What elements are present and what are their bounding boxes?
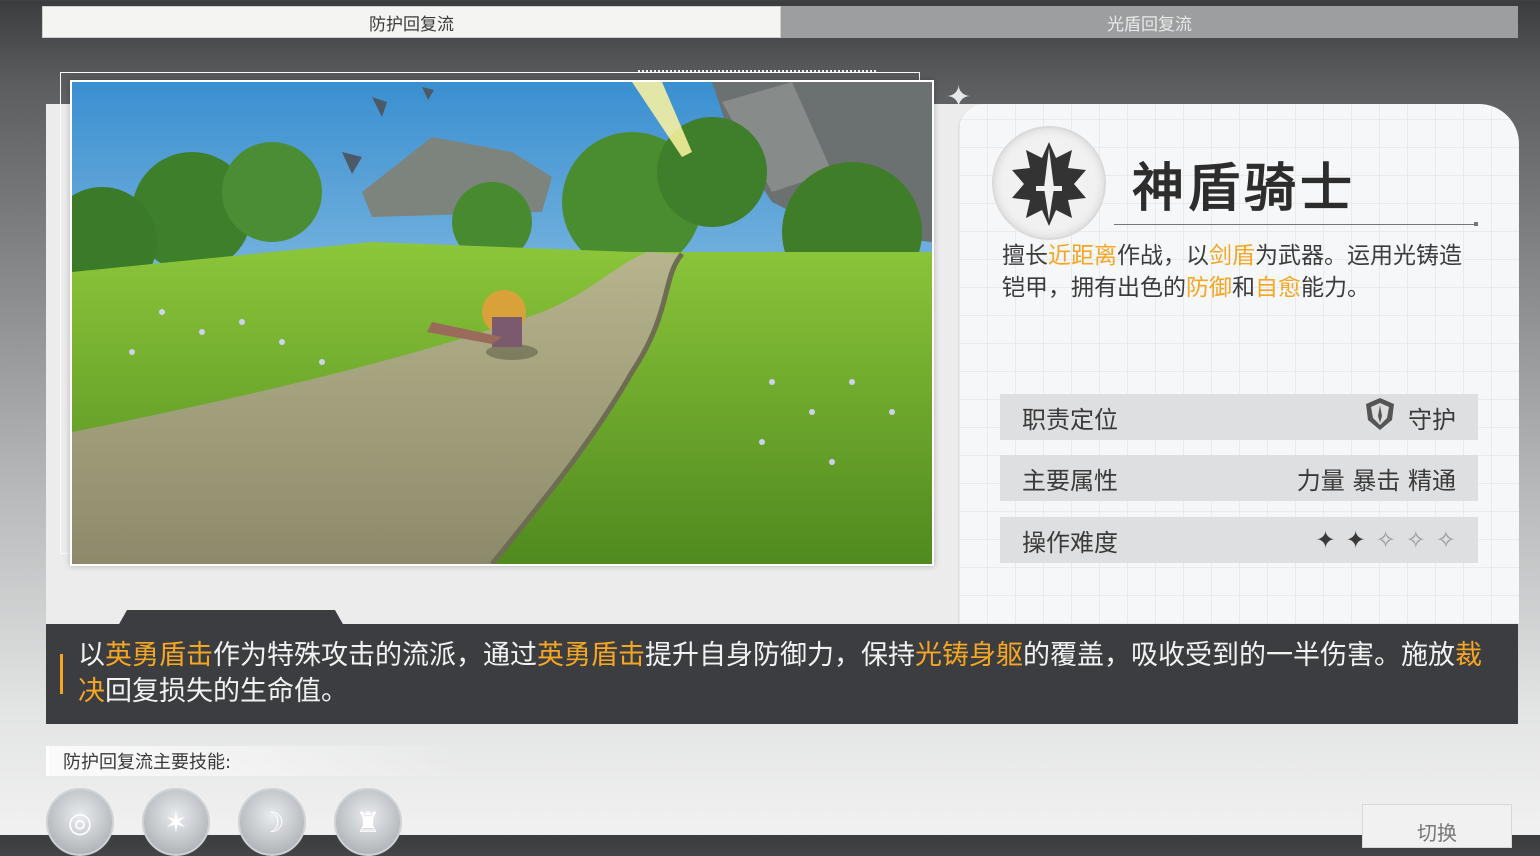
text-segment: 的覆盖，吸收受到的一半伤害。施放 [1023, 640, 1455, 671]
main-stat-label: 主要属性 [1022, 466, 1118, 495]
skill-swirl-icon[interactable]: ◎ [46, 788, 114, 856]
class-name: 神盾骑士 [1132, 159, 1357, 219]
accent-bar [60, 654, 63, 694]
text-segment: 以 [78, 640, 105, 671]
star-empty-icon: ✧ [1405, 526, 1426, 554]
skills-label: 防护回复流主要技能: [46, 746, 466, 776]
build-tabs: 防护回复流 光盾回复流 [42, 6, 1518, 38]
highlight-term: 近距离 [1048, 243, 1117, 269]
tab-defense-recovery[interactable]: 防护回复流 [42, 6, 781, 38]
gameplay-preview-image [70, 80, 934, 566]
build-description-bar: 以英勇盾击作为特殊攻击的流派，通过英勇盾击提升自身防御力，保持光铸身躯的覆盖，吸… [46, 624, 1518, 724]
guardian-icon [1362, 396, 1398, 438]
attr-row-role: 职责定位 守护 [1000, 394, 1478, 440]
highlight-term: 剑盾 [1209, 243, 1255, 269]
star-empty-icon: ✧ [1375, 526, 1396, 554]
shield-sword-emblem-icon [992, 126, 1106, 240]
highlight-term: 防御 [1186, 275, 1232, 301]
difficulty-label: 操作难度 [1022, 528, 1118, 557]
class-description: 擅长近距离作战，以剑盾为武器。运用光铸造铠甲，拥有出色的防御和自愈能力。 [1002, 240, 1482, 304]
skill-slash-icon[interactable]: ☽ [238, 788, 306, 856]
highlight-term: 英勇盾击 [537, 640, 645, 671]
attr-row-main-stat: 主要属性 力量 暴击 精通 [1000, 455, 1478, 501]
text-segment: 和 [1232, 275, 1255, 301]
skill-star-burst-icon[interactable]: ✶ [142, 788, 210, 856]
role-value: 守护 [1408, 405, 1456, 434]
build-description-text: 以英勇盾击作为特殊攻击的流派，通过英勇盾击提升自身防御力，保持光铸身躯的覆盖，吸… [78, 638, 1488, 710]
text-segment: 擅长 [1002, 243, 1048, 269]
difficulty-stars: ✦ ✦ ✧ ✧ ✧ [1315, 526, 1456, 554]
title-divider [1114, 222, 1478, 226]
skill-guardian-icon[interactable]: ♜ [334, 788, 402, 856]
main-stat-value: 力量 暴击 精通 [1296, 466, 1456, 495]
role-label: 职责定位 [1022, 405, 1118, 434]
highlight-term: 英勇盾击 [105, 640, 213, 671]
text-segment: 作为特殊攻击的流派，通过 [213, 640, 537, 671]
text-segment: 提升自身防御力，保持 [645, 640, 915, 671]
text-segment: 作战，以 [1117, 243, 1209, 269]
attr-row-difficulty: 操作难度 ✦ ✦ ✧ ✧ ✧ [1000, 517, 1478, 563]
star-filled-icon: ✦ [1315, 526, 1336, 554]
switch-button[interactable]: 切换 [1362, 804, 1512, 848]
text-segment: 回复损失的生命值。 [105, 676, 348, 707]
tab-light-shield-recovery[interactable]: 光盾回复流 [781, 6, 1518, 38]
text-segment: 能力。 [1301, 275, 1370, 301]
highlight-term: 自愈 [1255, 275, 1301, 301]
star-filled-icon: ✦ [1345, 526, 1366, 554]
highlight-term: 光铸身躯 [915, 640, 1023, 671]
star-empty-icon: ✧ [1435, 526, 1456, 554]
